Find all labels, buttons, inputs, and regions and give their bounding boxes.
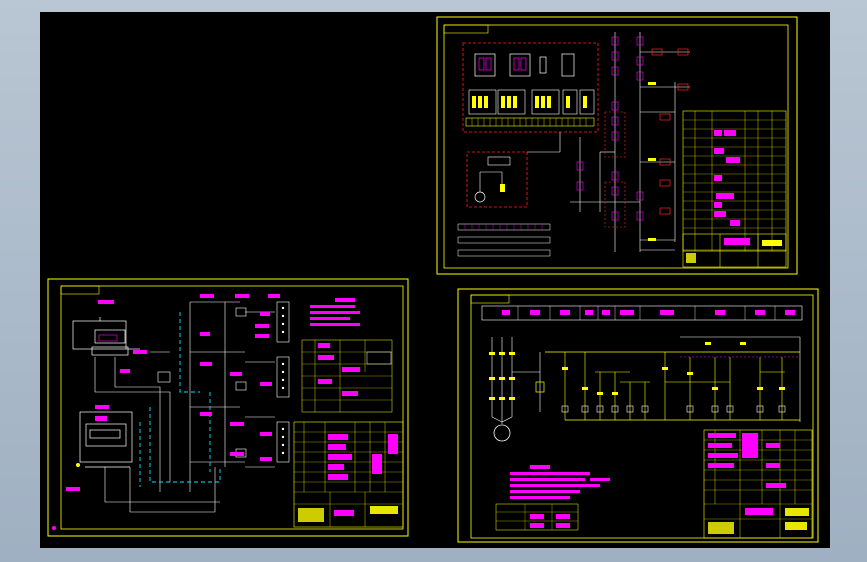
wiring-annotations <box>66 294 280 491</box>
sheet-main-circuit[interactable] <box>457 288 819 543</box>
wiring-small-table <box>301 339 393 413</box>
title-block-bottom-left <box>293 421 404 528</box>
terminal-strip <box>465 117 595 127</box>
control-rungs <box>564 352 785 420</box>
ladder-contacts <box>576 36 644 221</box>
title-block-bottom-right <box>703 429 813 539</box>
function-header-table <box>481 305 803 321</box>
wiring-device-upper <box>72 317 140 356</box>
wiring-runs <box>94 301 275 513</box>
cyan-conduits <box>139 312 221 487</box>
motor-symbol-main <box>493 424 511 442</box>
control-box-outline <box>462 42 599 133</box>
title-block-top-right <box>682 233 787 268</box>
sheet-control-schematic[interactable] <box>436 16 798 275</box>
terminal-ticks <box>471 118 587 126</box>
motor-symbol <box>474 191 486 203</box>
contactor-contacts <box>472 96 587 108</box>
main-circuit-notes <box>510 465 610 499</box>
cad-drawing <box>47 16 819 543</box>
relay-row-top <box>474 53 575 77</box>
main-circuit-small-table <box>495 503 579 531</box>
control-bus <box>545 351 800 421</box>
cad-drawing-canvas[interactable] <box>40 12 830 548</box>
motor-box-outline <box>466 151 528 208</box>
sheet-wiring-diagram[interactable] <box>47 278 409 537</box>
parts-list-table <box>682 110 787 252</box>
main-power-circuit <box>491 337 541 424</box>
wiring-notes <box>310 298 360 326</box>
